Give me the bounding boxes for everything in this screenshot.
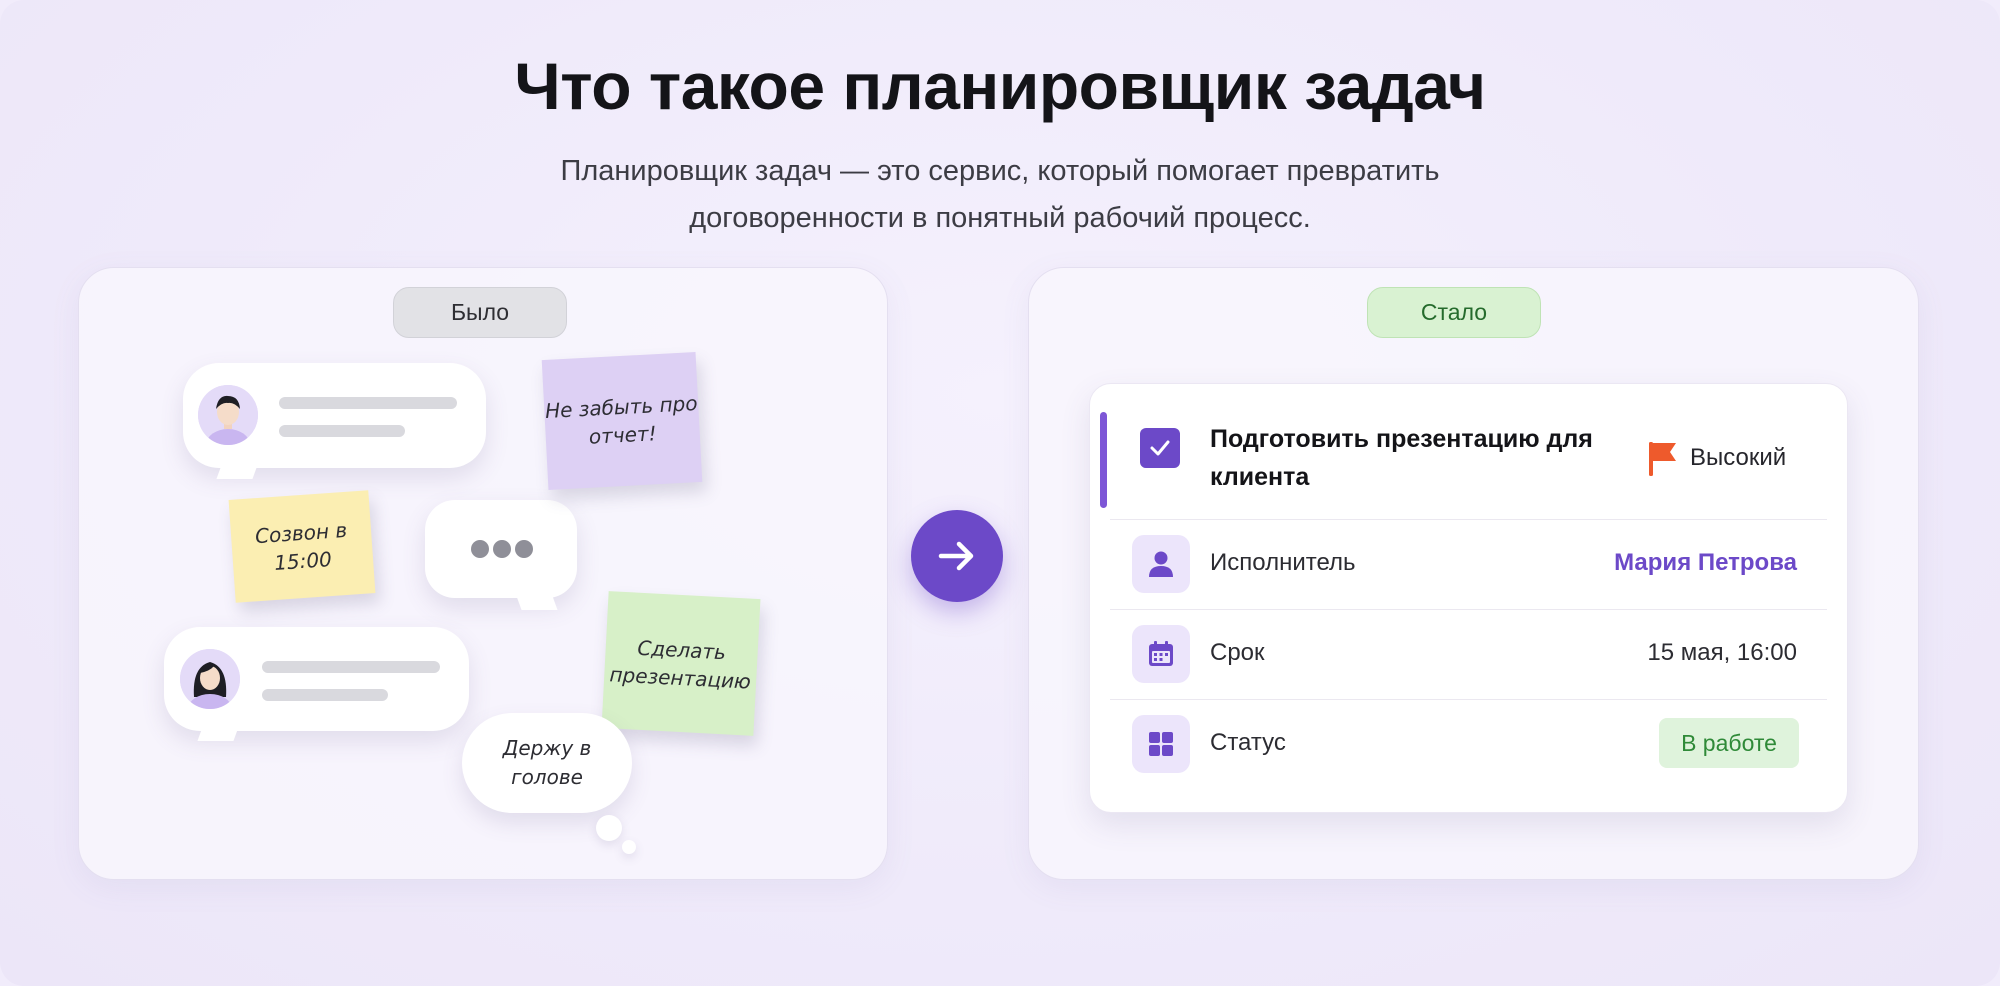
subtitle-line-1: Планировщик задач — это сервис, который … bbox=[560, 155, 1440, 187]
task-accent-bar bbox=[1100, 412, 1107, 508]
assignee-value[interactable]: Мария Петрова bbox=[1614, 549, 1797, 577]
sticky-note-presentation: Сделать презентацию bbox=[601, 591, 761, 736]
woman-avatar-icon bbox=[180, 649, 240, 709]
sticky-note-call: Созвон в 15:00 bbox=[228, 490, 376, 603]
sticky-note-report: Не забыть про отчет! bbox=[541, 352, 703, 490]
subtitle-line-2: договоренности в понятный рабочий процес… bbox=[689, 202, 1311, 234]
page-title: Что такое планировщик задач bbox=[514, 49, 1486, 123]
thought-cloud: Держу в голове bbox=[462, 713, 632, 813]
thought-cloud-text: Держу в голове bbox=[502, 736, 592, 789]
status-badge[interactable]: В работе bbox=[1659, 718, 1799, 768]
after-label: Стало bbox=[1367, 287, 1541, 338]
before-label: Было bbox=[393, 287, 567, 338]
deadline-row-icon bbox=[1132, 625, 1190, 683]
status-label: Статус bbox=[1210, 729, 1286, 756]
user-icon bbox=[1149, 551, 1173, 577]
deadline-label: Срок bbox=[1210, 639, 1265, 666]
avatar-man bbox=[198, 385, 258, 445]
checkmark-icon bbox=[1150, 440, 1170, 456]
task-card[interactable]: Подготовить презентацию для клиента Высо… bbox=[1089, 383, 1848, 813]
transition-arrow bbox=[911, 510, 1003, 602]
calendar-icon bbox=[1149, 641, 1173, 666]
priority-value: Высокий bbox=[1690, 444, 1787, 471]
typing-bubble bbox=[425, 500, 577, 610]
task-checkbox[interactable] bbox=[1140, 428, 1180, 468]
page-subtitle: Планировщик задач — это сервис, который … bbox=[500, 148, 1500, 242]
status-grid-icon bbox=[1149, 732, 1173, 756]
thought-dot-large bbox=[596, 815, 622, 841]
thought-dot-small bbox=[622, 840, 636, 854]
task-title: Подготовить презентацию для клиента bbox=[1210, 425, 1593, 491]
assignee-label: Исполнитель bbox=[1210, 549, 1356, 576]
divider bbox=[1110, 519, 1827, 520]
arrow-right-icon bbox=[938, 541, 974, 571]
flag-icon bbox=[1649, 442, 1676, 476]
status-row-icon bbox=[1132, 715, 1190, 773]
avatar-woman bbox=[180, 649, 240, 709]
man-avatar-icon bbox=[198, 385, 258, 445]
deadline-value[interactable]: 15 мая, 16:00 bbox=[1647, 639, 1797, 667]
chat-bubble-bottom bbox=[164, 627, 469, 741]
divider bbox=[1110, 699, 1827, 700]
chat-bubble-top bbox=[183, 363, 486, 479]
assignee-row-icon bbox=[1132, 535, 1190, 593]
divider bbox=[1110, 609, 1827, 610]
